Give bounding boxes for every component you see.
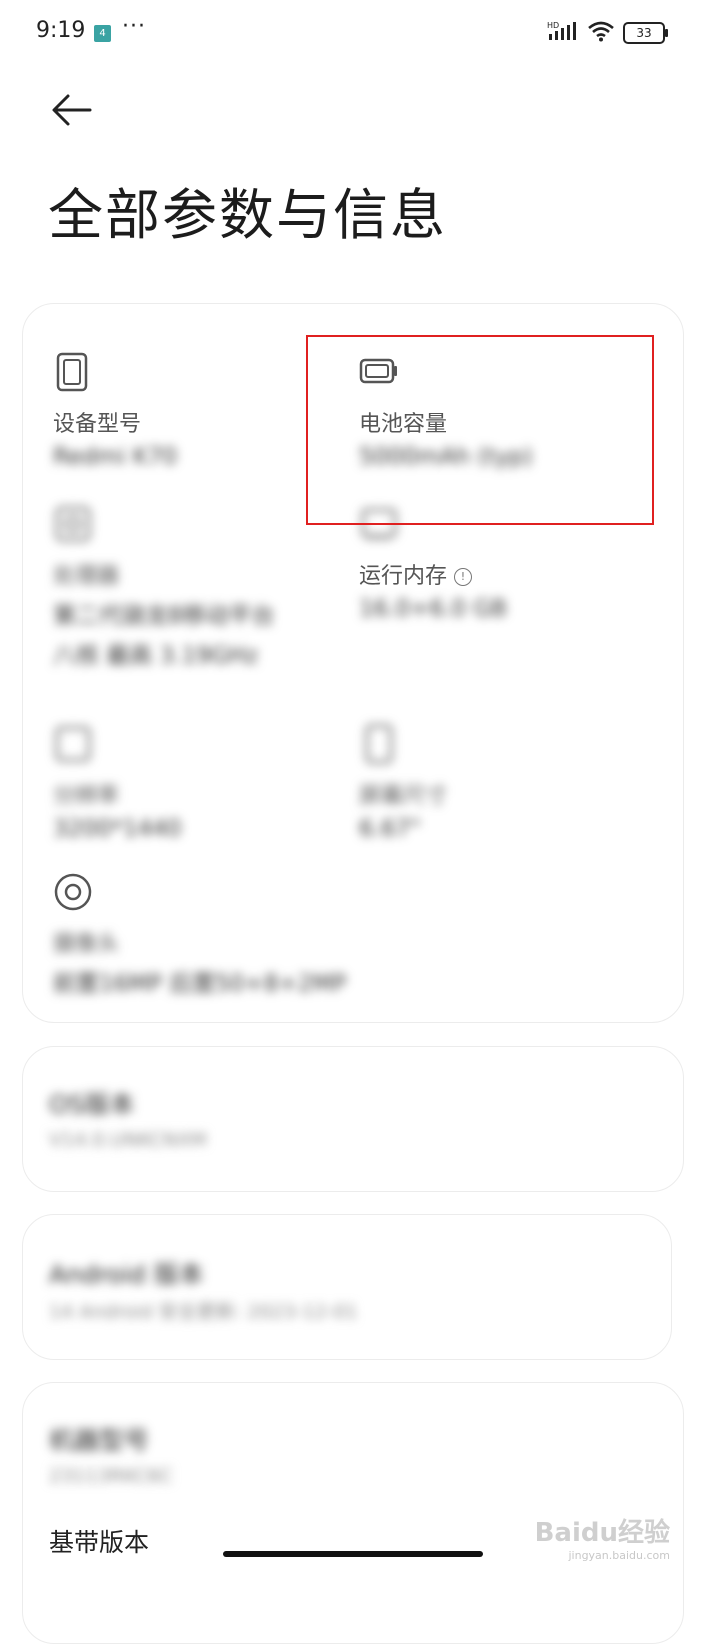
row-title: Android 版本: [49, 1260, 204, 1289]
spec-label: 分辨率: [53, 784, 120, 809]
spec-screen-size[interactable]: 屏幕尺寸 6.67": [359, 724, 447, 842]
row-subtitle: 14 Android 安全更新: 2023-12-01: [49, 1301, 358, 1323]
info-icon[interactable]: !: [454, 568, 473, 586]
watermark: Baidu经验 jingyan.baidu.com: [534, 1518, 670, 1562]
spec-value: 16.0+6.0 GB: [359, 596, 507, 622]
spec-value: Redmi K70: [53, 444, 178, 470]
status-bar: 9:19 4 ··· HD 33: [0, 0, 720, 64]
phone-icon: [56, 352, 88, 392]
arrow-left-icon: [52, 94, 92, 126]
spec-value: 6.67": [359, 816, 421, 842]
spec-label: 设备型号: [53, 412, 142, 437]
status-time: 9:19: [36, 18, 86, 43]
row-subtitle: V14.0.UNKCNXM: [49, 1129, 207, 1151]
spec-label: 运行内存 !: [359, 558, 507, 590]
battery-highlight-box: [306, 335, 654, 525]
spec-label: 处理器: [53, 564, 120, 589]
camera-icon: [54, 873, 92, 911]
battery-status-icon: 33: [623, 22, 668, 44]
page-title: 全部参数与信息: [48, 183, 448, 247]
spec-resolution[interactable]: 分辨率 3200*1440: [53, 724, 182, 842]
home-indicator[interactable]: [223, 1551, 483, 1557]
spec-value: 前置16MP 后置50+8+2MP: [53, 971, 347, 997]
row-baseband-title: 基带版本: [49, 1528, 150, 1557]
spec-camera[interactable]: 摄像头 前置16MP 后置50+8+2MP: [53, 872, 433, 998]
spec-value: 3200*1440: [53, 816, 182, 842]
row-title: 机器型号: [49, 1426, 150, 1455]
spec-label: 屏幕尺寸: [359, 784, 448, 809]
spec-value: 第二代骁龙8移动平台: [53, 603, 275, 629]
processor-icon: [55, 506, 91, 542]
screen-icon: [55, 726, 91, 762]
wifi-icon: [587, 20, 615, 46]
spec-value-extra: 八核 最高 3.19GHz: [53, 643, 259, 669]
row-title: OS版本: [49, 1090, 135, 1119]
screen-size-icon: [365, 724, 393, 764]
signal-icon: HD: [547, 20, 579, 46]
more-notifications-icon: ···: [122, 14, 146, 39]
spec-label: 摄像头: [53, 932, 120, 957]
row-os-version[interactable]: OS版本 V14.0.UNKCNXM: [22, 1046, 684, 1192]
spec-device-model[interactable]: 设备型号 Redmi K70: [53, 352, 177, 470]
back-button[interactable]: [50, 90, 94, 130]
row-subtitle: 23113RKC6C: [49, 1465, 173, 1487]
spec-processor[interactable]: 处理器 第二代骁龙8移动平台 八核 最高 3.19GHz: [53, 504, 323, 670]
notification-icon: 4: [94, 25, 111, 42]
network-type-label: HD: [547, 21, 559, 30]
row-android-version[interactable]: Android 版本 14 Android 安全更新: 2023-12-01: [22, 1214, 672, 1360]
